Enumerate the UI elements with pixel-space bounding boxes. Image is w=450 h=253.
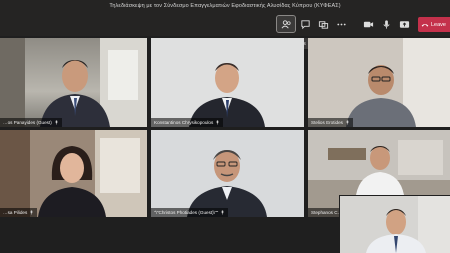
participant-name-tag: …os Panayides (Guest) <box>0 118 62 127</box>
people-icon <box>281 19 291 28</box>
chat-icon <box>300 19 310 29</box>
video-tile[interactable]: …sa Pilides <box>0 130 147 217</box>
video-tile[interactable]: Konstantinos Chrysikopoulos <box>151 38 304 127</box>
meeting-header: Τηλεδιάσκεψη με τον Σύνδεσμο Επαγγελματι… <box>0 0 450 36</box>
participant-name: …sa Pilides <box>3 210 28 215</box>
more-actions-button[interactable] <box>332 16 350 32</box>
chat-button[interactable] <box>296 16 314 32</box>
leave-button[interactable]: Leave <box>418 17 450 32</box>
participant-name: "\"Christos Photiades (Guest)\"" <box>154 210 219 215</box>
share-screen-icon <box>399 20 409 28</box>
show-participants-button[interactable] <box>276 15 296 33</box>
phone-hangup-icon <box>421 23 429 27</box>
participant-video <box>151 130 304 217</box>
participant-name: Stelios Erotides <box>311 120 343 125</box>
video-tile[interactable]: "\"Christos Photiades (Guest)\"" <box>151 130 304 217</box>
video-tile[interactable]: Stelios Erotides <box>308 38 450 127</box>
share-screen-button[interactable] <box>395 16 413 32</box>
self-view-video[interactable] <box>340 196 450 253</box>
breakout-rooms-button[interactable] <box>314 16 332 32</box>
participant-video <box>308 38 450 127</box>
participant-video <box>151 38 304 127</box>
participant-name-tag: …sa Pilides <box>0 208 38 217</box>
microphone-icon <box>55 120 58 125</box>
leave-label: Leave <box>431 21 446 28</box>
microphone-icon <box>30 210 33 215</box>
microphone-icon <box>216 120 219 125</box>
participant-name: Konstantinos Chrysikopoulos <box>154 120 214 125</box>
participant-video <box>0 38 147 127</box>
microphone-icon <box>346 120 349 125</box>
microphone-button[interactable] <box>377 16 395 32</box>
meeting-title: Τηλεδιάσκεψη με τον Σύνδεσμο Επαγγελματι… <box>109 3 341 9</box>
video-tile[interactable]: …os Panayides (Guest) <box>0 38 147 127</box>
more-icon <box>336 23 346 25</box>
participant-name-tag: "\"Christos Photiades (Guest)\"" <box>151 208 229 217</box>
participant-name: Stephanos C… <box>311 210 343 215</box>
participant-name: …os Panayides (Guest) <box>3 120 52 125</box>
camera-icon <box>363 21 373 27</box>
microphone-icon <box>221 210 224 215</box>
participant-name-tag: Stelios Erotides <box>308 118 353 127</box>
camera-button[interactable] <box>359 16 377 32</box>
rooms-icon <box>318 20 328 29</box>
self-video <box>340 196 450 253</box>
participant-name-tag: Konstantinos Chrysikopoulos <box>151 118 224 127</box>
participant-video <box>0 130 147 217</box>
microphone-icon <box>382 19 390 29</box>
